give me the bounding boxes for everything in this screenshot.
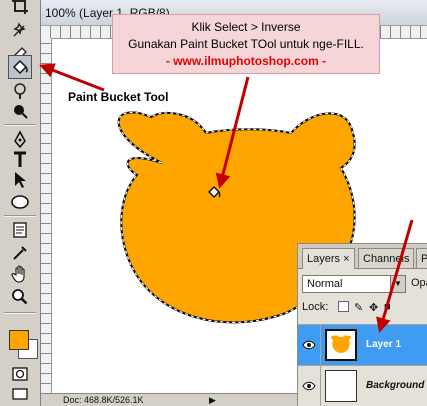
tab-paths[interactable]: P	[416, 248, 427, 268]
layer-thumbnail[interactable]	[325, 370, 357, 402]
tab-layers-label: Layers	[307, 253, 341, 265]
notes-icon[interactable]	[8, 218, 32, 242]
lock-brush-icon[interactable]: ✎	[354, 301, 363, 314]
tools-divider	[4, 215, 36, 217]
opacity-label: Opa	[411, 277, 427, 289]
layer-row-layer-1[interactable]: Layer 1	[298, 324, 427, 365]
tab-close-icon[interactable]: ×	[343, 253, 349, 265]
layer-name[interactable]: Background	[366, 366, 424, 406]
tools-divider	[4, 124, 36, 126]
lock-label: Lock:	[302, 301, 329, 313]
hand-icon[interactable]	[8, 262, 32, 286]
blend-mode-value: Normal	[307, 278, 343, 290]
visibility-eye-icon[interactable]	[298, 366, 321, 406]
lock-move-icon[interactable]: ✥	[369, 301, 378, 314]
tools-divider	[4, 312, 36, 314]
zoom-icon[interactable]	[8, 285, 32, 309]
photoshop-window: 100% (Layer 1, RGB/8) Doc: 468.8K/526.1K…	[0, 0, 427, 406]
ellipse-icon[interactable]	[8, 190, 32, 214]
lock-row: Lock: ✎ ✥ ■	[302, 301, 427, 317]
foreground-color-swatch[interactable]	[9, 330, 29, 350]
lock-transparency-icon[interactable]	[338, 301, 349, 312]
crop-tool-icon[interactable]	[8, 0, 32, 18]
layer-row-background[interactable]: Background	[298, 365, 427, 406]
status-menu-arrow-icon[interactable]: ▶	[209, 394, 216, 406]
layers-panel-tabs: Layers × Channels P	[298, 244, 427, 269]
visibility-eye-icon[interactable]	[298, 325, 321, 365]
tools-panel	[0, 0, 41, 406]
document-size-info[interactable]: Doc: 468.8K/526.1K	[63, 394, 144, 406]
path-selection-icon[interactable]	[8, 168, 32, 192]
layers-panel: Layers × Channels P Normal ▼ Opa Lock: ✎…	[297, 243, 427, 406]
callout-line-1: Klik Select > Inverse	[191, 20, 301, 34]
paint-bucket-icon[interactable]	[8, 55, 32, 79]
tab-channels-label: Channels	[363, 253, 410, 265]
tab-layers[interactable]: Layers ×	[302, 248, 355, 269]
lock-all-icon[interactable]: ■	[384, 301, 391, 313]
tab-paths-label: P	[421, 253, 427, 265]
callout-website: - www.ilmuphotoshop.com -	[165, 54, 327, 68]
blend-mode-select[interactable]: Normal ▼	[302, 275, 406, 293]
screen-mode-icon[interactable]	[8, 382, 32, 406]
instruction-callout: Klik Select > Inverse Gunakan Paint Buck…	[112, 14, 380, 74]
chevron-down-icon[interactable]: ▼	[390, 276, 405, 292]
blur-icon[interactable]	[8, 99, 32, 123]
paint-bucket-tool-label: Paint Bucket Tool	[68, 90, 169, 104]
healing-brush-icon[interactable]	[8, 18, 32, 42]
layer-name[interactable]: Layer 1	[366, 325, 401, 365]
layer-thumbnail[interactable]	[325, 329, 357, 361]
tab-channels[interactable]: Channels	[358, 248, 415, 268]
callout-line-2: Gunakan Paint Bucket TOol untuk nge-FILL…	[128, 37, 364, 51]
